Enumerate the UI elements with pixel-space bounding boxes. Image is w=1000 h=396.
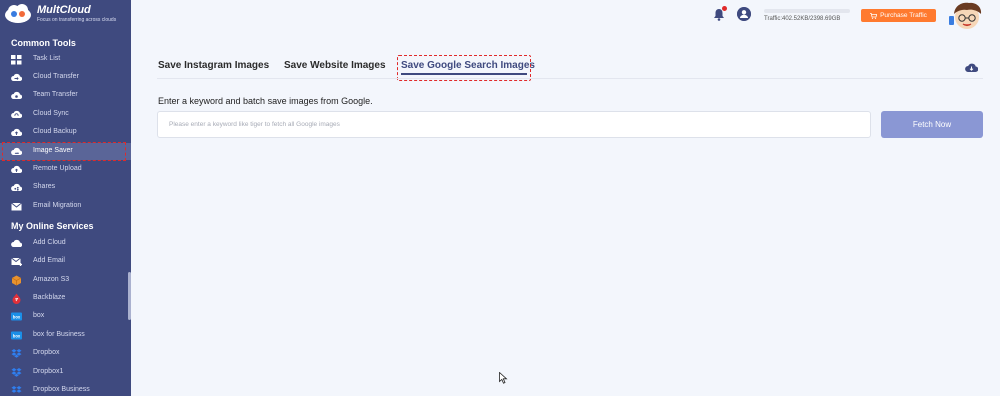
cart-icon <box>870 12 878 19</box>
sidebar-item-label: box <box>33 312 45 319</box>
sidebar-item-image-saver[interactable]: Image Saver <box>0 143 131 160</box>
traffic-progress <box>764 9 850 13</box>
add-email-icon <box>11 257 22 266</box>
cloud-download-icon[interactable] <box>965 61 978 73</box>
sidebar-item-label: Dropbox <box>33 349 60 356</box>
amazon-s3-icon <box>11 275 22 286</box>
keyword-input[interactable] <box>157 111 871 138</box>
notification-dot <box>722 6 727 11</box>
sidebar-item-label: Dropbox Business <box>33 386 90 393</box>
sidebar-item-label: box for Business <box>33 331 85 338</box>
traffic-text: Traffic:402.52KB/2398.69GB <box>764 16 841 22</box>
sidebar-item-dropbox1[interactable]: Dropbox1 <box>0 364 131 381</box>
sidebar-item-label: Cloud Sync <box>33 110 69 117</box>
sidebar-item-task-list[interactable]: Task List <box>0 51 131 68</box>
purchase-traffic-label: Purchase Traffic <box>880 12 927 19</box>
brand[interactable]: MultCloud Focus on transferring across c… <box>0 0 131 34</box>
box-business-icon: box <box>11 331 22 340</box>
dropbox-icon <box>11 368 22 377</box>
shares-icon <box>11 183 22 192</box>
tab-save-instagram-images[interactable]: Save Instagram Images <box>158 60 269 71</box>
image-saver-icon <box>11 147 22 156</box>
cloud-sync-icon <box>11 110 22 119</box>
brand-name: MultCloud <box>37 4 91 16</box>
dropbox-business-icon <box>11 386 22 393</box>
sidebar-item-shares[interactable]: Shares <box>0 179 131 196</box>
tab-divider <box>157 78 983 79</box>
sidebar-item-backblaze[interactable]: Backblaze <box>0 290 131 307</box>
sidebar-item-label: Email Migration <box>33 202 82 209</box>
sidebar-item-box[interactable]: box box <box>0 308 131 325</box>
sidebar-item-label: Task List <box>33 55 61 62</box>
brand-tagline: Focus on transferring across clouds <box>37 17 117 23</box>
box-icon: box <box>11 312 22 321</box>
sidebar-item-label: Cloud Backup <box>33 128 77 135</box>
sidebar-item-label: Backblaze <box>33 294 66 301</box>
tab-save-website-images[interactable]: Save Website Images <box>284 60 386 71</box>
backblaze-icon <box>12 293 21 304</box>
section-common-tools: Common Tools <box>11 38 76 48</box>
sidebar-item-add-email[interactable]: Add Email <box>0 253 131 270</box>
sidebar-item-label: Cloud Transfer <box>33 73 79 80</box>
sidebar-item-label: Remote Upload <box>33 165 82 172</box>
cloud-transfer-icon <box>11 73 22 82</box>
sidebar: MultCloud Focus on transferring across c… <box>0 0 131 396</box>
sidebar-item-remote-upload[interactable]: Remote Upload <box>0 161 131 178</box>
dropbox-icon <box>11 349 22 358</box>
sidebar-item-label: Dropbox1 <box>33 368 64 375</box>
instruction-text: Enter a keyword and batch save images fr… <box>158 96 373 106</box>
remote-upload-icon <box>11 165 22 174</box>
sidebar-item-label: Add Cloud <box>33 239 66 246</box>
avatar[interactable] <box>946 0 988 30</box>
svg-text:box: box <box>13 333 21 338</box>
sidebar-item-cloud-sync[interactable]: Cloud Sync <box>0 106 131 123</box>
sidebar-item-box-business[interactable]: box box for Business <box>0 327 131 344</box>
mouse-cursor-icon <box>499 372 508 384</box>
sidebar-item-cloud-transfer[interactable]: Cloud Transfer <box>0 69 131 86</box>
sidebar-scrollbar[interactable] <box>128 272 131 320</box>
sidebar-item-label: Team Transfer <box>33 91 78 98</box>
fetch-now-button[interactable]: Fetch Now <box>881 111 983 138</box>
sidebar-item-label: Shares <box>33 183 56 190</box>
user-icon[interactable] <box>737 7 751 21</box>
section-online-services: My Online Services <box>11 221 94 231</box>
team-transfer-icon <box>11 91 22 100</box>
purchase-traffic-button[interactable]: Purchase Traffic <box>861 9 936 22</box>
sidebar-item-label: Add Email <box>33 257 65 264</box>
sidebar-item-add-cloud[interactable]: Add Cloud <box>0 235 131 252</box>
cloud-backup-icon <box>11 128 22 137</box>
sidebar-item-dropbox-business[interactable]: Dropbox Business <box>0 382 131 396</box>
sidebar-item-email-migration[interactable]: Email Migration <box>0 198 131 215</box>
sidebar-item-dropbox[interactable]: Dropbox <box>0 345 131 362</box>
svg-text:box: box <box>13 314 21 319</box>
add-cloud-icon <box>11 239 22 248</box>
sidebar-item-team-transfer[interactable]: Team Transfer <box>0 87 131 104</box>
sidebar-item-amazon-s3[interactable]: Amazon S3 <box>0 272 131 289</box>
grid-icon <box>11 55 22 65</box>
sidebar-item-cloud-backup[interactable]: Cloud Backup <box>0 124 131 141</box>
sidebar-item-label: Amazon S3 <box>33 276 70 283</box>
multcloud-logo-icon <box>5 4 31 23</box>
sidebar-item-label: Image Saver <box>33 147 73 154</box>
email-migration-icon <box>11 202 22 211</box>
